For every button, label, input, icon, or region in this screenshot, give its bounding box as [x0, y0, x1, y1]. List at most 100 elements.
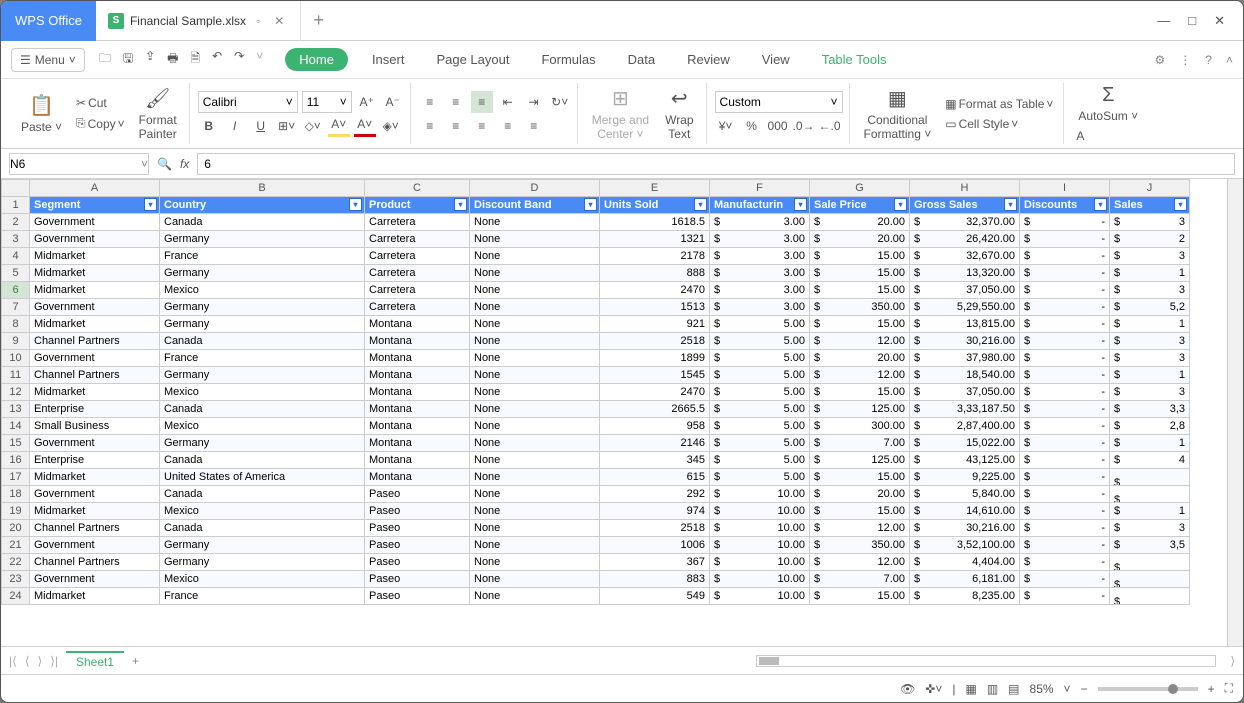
cell[interactable]: Germany [160, 537, 365, 554]
cell[interactable]: Midmarket [30, 265, 160, 282]
table-header-cell[interactable]: Sales▾ [1110, 197, 1190, 214]
merge-center-button[interactable]: ⊞Merge andCenter ˅ [586, 84, 655, 143]
column-header[interactable]: D [470, 180, 600, 197]
table-row[interactable]: 20Channel PartnersCanadaPaseoNone251810.… [2, 520, 1190, 537]
cell[interactable]: 1 [1110, 435, 1190, 452]
cell[interactable]: Montana [365, 333, 470, 350]
align-bottom-icon[interactable]: ≡ [471, 91, 493, 113]
app-tab[interactable]: WPS Office [1, 1, 96, 41]
cell[interactable]: None [470, 588, 600, 605]
cell[interactable]: Mexico [160, 503, 365, 520]
cell[interactable]: 3.00 [710, 299, 810, 316]
cell[interactable]: 10.00 [710, 588, 810, 605]
row-header[interactable]: 4 [2, 248, 30, 265]
table-row[interactable]: 11Channel PartnersGermanyMontanaNone1545… [2, 367, 1190, 384]
cell[interactable]: 18,540.00 [910, 367, 1020, 384]
table-header-cell[interactable]: Manufacturin▾ [710, 197, 810, 214]
cell[interactable]: 12.00 [810, 554, 910, 571]
cell[interactable]: Mexico [160, 384, 365, 401]
cell[interactable]: - [1020, 367, 1110, 384]
cell[interactable]: 2,87,400.00 [910, 418, 1020, 435]
format-painter-button[interactable]: 🖌FormatPainter [133, 84, 183, 143]
cell[interactable]: Government [30, 231, 160, 248]
table-row[interactable]: 19MidmarketMexicoPaseoNone97410.0015.001… [2, 503, 1190, 520]
cell[interactable]: 10.00 [710, 503, 810, 520]
cell[interactable]: 5.00 [710, 333, 810, 350]
cell[interactable]: France [160, 588, 365, 605]
print-preview-icon[interactable]: 🗎 [188, 47, 202, 72]
cell[interactable]: Germany [160, 299, 365, 316]
align-center-icon[interactable]: ≡ [445, 115, 467, 137]
highlight-button[interactable]: A˅ [328, 115, 350, 137]
cell[interactable]: 883 [600, 571, 710, 588]
cell[interactable]: 10.00 [710, 554, 810, 571]
horizontal-scrollbar[interactable] [756, 655, 1216, 667]
cell[interactable] [1110, 486, 1190, 503]
table-header-cell[interactable]: Units Sold▾ [600, 197, 710, 214]
conditional-formatting-button[interactable]: ▦ConditionalFormatting ˅ [858, 84, 938, 143]
cell[interactable]: 1618.5 [600, 214, 710, 231]
cell[interactable]: 15.00 [810, 503, 910, 520]
cell[interactable]: 3,5 [1110, 537, 1190, 554]
filter-icon[interactable]: ▾ [144, 198, 157, 211]
copy-button[interactable]: ⎘ Copy ˅ [72, 114, 129, 133]
redo-icon[interactable]: ↷ [232, 47, 246, 72]
cell[interactable]: 3.00 [710, 214, 810, 231]
cell[interactable]: 958 [600, 418, 710, 435]
cell[interactable]: None [470, 282, 600, 299]
row-header[interactable]: 5 [2, 265, 30, 282]
cell[interactable]: - [1020, 418, 1110, 435]
filter-icon[interactable]: ▾ [584, 198, 597, 211]
underline-button[interactable]: U [250, 115, 272, 137]
cell[interactable]: 43,125.00 [910, 452, 1020, 469]
cell[interactable]: 4,404.00 [910, 554, 1020, 571]
column-header[interactable]: I [1020, 180, 1110, 197]
column-header[interactable]: C [365, 180, 470, 197]
table-row[interactable]: 15GovernmentGermanyMontanaNone21465.007.… [2, 435, 1190, 452]
cell[interactable]: Paseo [365, 520, 470, 537]
cell[interactable]: Carretera [365, 248, 470, 265]
cell[interactable]: 15.00 [810, 265, 910, 282]
cell[interactable]: - [1020, 435, 1110, 452]
table-row[interactable]: 13EnterpriseCanadaMontanaNone2665.55.001… [2, 401, 1190, 418]
cell[interactable]: Government [30, 299, 160, 316]
cell[interactable]: Carretera [365, 214, 470, 231]
cell[interactable]: Canada [160, 401, 365, 418]
print-icon[interactable]: 🖶 [165, 47, 180, 72]
table-row[interactable]: 6MidmarketMexicoCarreteraNone24703.0015.… [2, 282, 1190, 299]
cell[interactable]: 30,216.00 [910, 333, 1020, 350]
cell[interactable]: 6,181.00 [910, 571, 1020, 588]
cell[interactable]: None [470, 418, 600, 435]
decrease-indent-icon[interactable]: ⇤ [497, 91, 519, 113]
cell[interactable]: 9,225.00 [910, 469, 1020, 486]
row-header[interactable]: 10 [2, 350, 30, 367]
table-row[interactable]: 21GovernmentGermanyPaseoNone100610.00350… [2, 537, 1190, 554]
table-header-cell[interactable]: Gross Sales▾ [910, 197, 1020, 214]
table-row[interactable]: 9Channel PartnersCanadaMontanaNone25185.… [2, 333, 1190, 350]
cell[interactable]: 2665.5 [600, 401, 710, 418]
cell[interactable]: 615 [600, 469, 710, 486]
row-header[interactable]: 2 [2, 214, 30, 231]
cell[interactable]: - [1020, 452, 1110, 469]
autosum-button[interactable]: ΣAutoSum ˅ [1072, 82, 1144, 125]
export-icon[interactable]: ⇪ [143, 47, 157, 72]
cell[interactable]: 20.00 [810, 231, 910, 248]
vertical-scrollbar[interactable] [1227, 179, 1243, 646]
border-button[interactable]: ⊞˅ [276, 115, 298, 137]
cell[interactable]: 10.00 [710, 520, 810, 537]
zoom-slider[interactable] [1098, 687, 1198, 691]
cell[interactable]: 1 [1110, 265, 1190, 282]
cell[interactable]: 26,420.00 [910, 231, 1020, 248]
table-row[interactable]: 17MidmarketUnited States of AmericaMonta… [2, 469, 1190, 486]
distribute-icon[interactable]: ≡ [523, 115, 545, 137]
column-header[interactable] [2, 180, 30, 197]
qat-dropdown-icon[interactable]: ˅ [254, 47, 265, 72]
cell[interactable]: Paseo [365, 571, 470, 588]
cell[interactable]: Midmarket [30, 503, 160, 520]
cell[interactable]: Channel Partners [30, 554, 160, 571]
cell[interactable]: Government [30, 435, 160, 452]
cell[interactable]: Mexico [160, 418, 365, 435]
cell[interactable]: 300.00 [810, 418, 910, 435]
table-header-cell[interactable]: Discount Band▾ [470, 197, 600, 214]
cell[interactable]: 1 [1110, 316, 1190, 333]
